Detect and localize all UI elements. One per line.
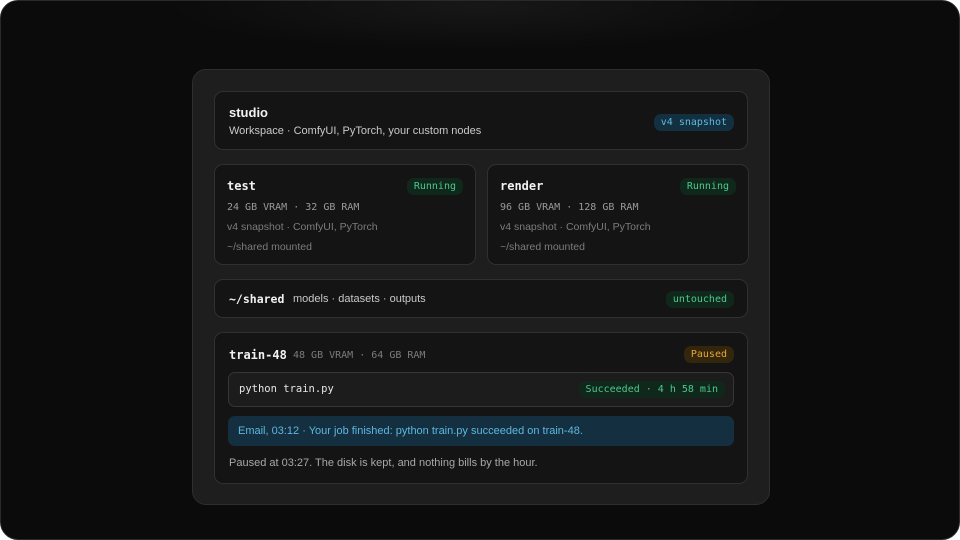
- machine-specs: 96 GB VRAM · 128 GB RAM: [500, 202, 639, 213]
- train-name: train-48: [229, 348, 287, 362]
- paused-badge: Paused: [683, 346, 734, 363]
- studio-subtitle: Workspace · ComfyUI, PyTorch, your custo…: [229, 125, 482, 137]
- job-command: python train.py: [239, 383, 334, 395]
- machine-mount: ~/shared mounted: [227, 241, 312, 253]
- shared-volume-card[interactable]: ~/shared models · datasets · outputs unt…: [214, 279, 748, 318]
- machine-name: render: [500, 179, 544, 193]
- shared-contents: models · datasets · outputs: [293, 293, 426, 305]
- email-notice: Email, 03:12 · Your job finished: python…: [228, 416, 734, 446]
- machine-image: v4 snapshot · ComfyUI, PyTorch: [500, 221, 651, 233]
- machine-mount: ~/shared mounted: [500, 241, 585, 253]
- job-row[interactable]: python train.py Succeeded · 4 h 58 min: [228, 372, 734, 407]
- machine-card-render[interactable]: render Running 96 GB VRAM · 128 GB RAM v…: [487, 164, 749, 265]
- app-frame: studio Workspace · ComfyUI, PyTorch, you…: [0, 0, 960, 540]
- train-card[interactable]: train-48 48 GB VRAM · 64 GB RAM Paused p…: [214, 332, 748, 484]
- status-badge: Running: [406, 178, 463, 195]
- machine-card-test[interactable]: test Running 24 GB VRAM · 32 GB RAM v4 s…: [214, 164, 476, 265]
- machine-name: test: [227, 179, 256, 193]
- studio-name: studio: [229, 105, 268, 120]
- job-result-badge: Succeeded · 4 h 58 min: [578, 381, 725, 398]
- status-badge: Running: [679, 178, 736, 195]
- machine-specs: 24 GB VRAM · 32 GB RAM: [227, 202, 360, 213]
- shared-path: ~/shared: [229, 292, 285, 306]
- untouched-badge: untouched: [665, 291, 734, 308]
- paused-footer: Paused at 03:27. The disk is kept, and n…: [229, 457, 538, 469]
- snapshot-badge: v4 snapshot: [653, 114, 734, 131]
- studio-card[interactable]: studio Workspace · ComfyUI, PyTorch, you…: [214, 91, 748, 150]
- train-specs: 48 GB VRAM · 64 GB RAM: [293, 350, 426, 361]
- machine-image: v4 snapshot · ComfyUI, PyTorch: [227, 221, 378, 233]
- email-text: Email, 03:12 · Your job finished: python…: [238, 425, 583, 437]
- top-glow: [161, 1, 801, 51]
- workspace-panel: studio Workspace · ComfyUI, PyTorch, you…: [192, 69, 770, 505]
